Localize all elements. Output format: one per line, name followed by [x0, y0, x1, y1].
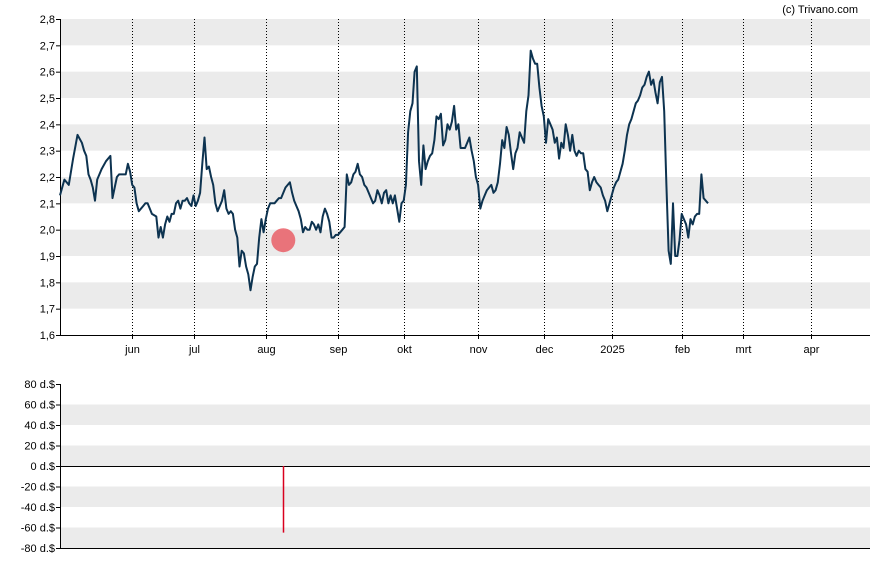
x-tick-label: aug — [257, 344, 275, 356]
y-tick-label: 2,2 — [40, 172, 55, 184]
x-tick-label: feb — [675, 344, 690, 356]
grid-band — [60, 404, 870, 425]
y-tick-label: 2,7 — [40, 40, 55, 52]
y-tick-label: 2,4 — [40, 119, 55, 131]
y-tick-label-lower: -40 d.$ — [21, 502, 55, 514]
grid-band — [60, 19, 870, 46]
x-tick-label: jun — [124, 344, 140, 356]
x-tick-label: dec — [536, 344, 554, 356]
grid-band — [60, 486, 870, 507]
grid-band — [60, 229, 870, 256]
y-tick-label-lower: -80 d.$ — [21, 543, 55, 555]
grid-band — [60, 71, 870, 98]
y-tick-label: 1,7 — [40, 304, 55, 316]
y-tick-label: 2,8 — [40, 14, 55, 26]
x-tick-label: okt — [397, 344, 412, 356]
y-tick-label-lower: 60 d.$ — [24, 400, 55, 412]
y-tick-label-lower: 80 d.$ — [24, 379, 55, 391]
y-tick-label: 2,3 — [40, 146, 55, 158]
x-tick-label: 2025 — [600, 344, 624, 356]
grid-band — [60, 445, 870, 466]
y-tick-label: 2,6 — [40, 67, 55, 79]
x-tick-label: jul — [188, 344, 200, 356]
y-tick-label-lower: -20 d.$ — [21, 482, 55, 494]
x-tick-label: apr — [804, 344, 820, 356]
y-tick-label: 2,1 — [40, 198, 55, 210]
y-tick-label: 1,8 — [40, 277, 55, 289]
y-tick-label-lower: 40 d.$ — [24, 420, 55, 432]
y-tick-label: 2,0 — [40, 225, 55, 237]
grid-band — [60, 527, 870, 548]
grid-band — [60, 282, 870, 309]
event-marker — [271, 228, 296, 253]
y-tick-label: 1,9 — [40, 251, 55, 263]
credit-text: (c) Trivano.com — [782, 4, 858, 16]
x-tick-label: nov — [470, 344, 488, 356]
stock-chart: 1,6 1,7 1,8 1,9 2,0 2,1 2,2 2,3 2,4 2,5 2,6 2,7 2,8 j… — [0, 0, 888, 565]
x-tick-label: mrt — [736, 344, 752, 356]
y-tick-label-lower: -60 d.$ — [21, 523, 55, 535]
x-tick-label: sep — [330, 344, 348, 356]
y-tick-label-lower: 0 d.$ — [31, 461, 55, 473]
y-tick-label: 2,5 — [40, 93, 55, 105]
y-tick-label: 1,6 — [40, 330, 55, 342]
grid-band — [60, 177, 870, 204]
chart-canvas: 1,6 1,7 1,8 1,9 2,0 2,1 2,2 2,3 2,4 2,5 2,6 2,7 2,8 j… — [21, 4, 870, 555]
y-tick-label-lower: 20 d.$ — [24, 441, 55, 453]
